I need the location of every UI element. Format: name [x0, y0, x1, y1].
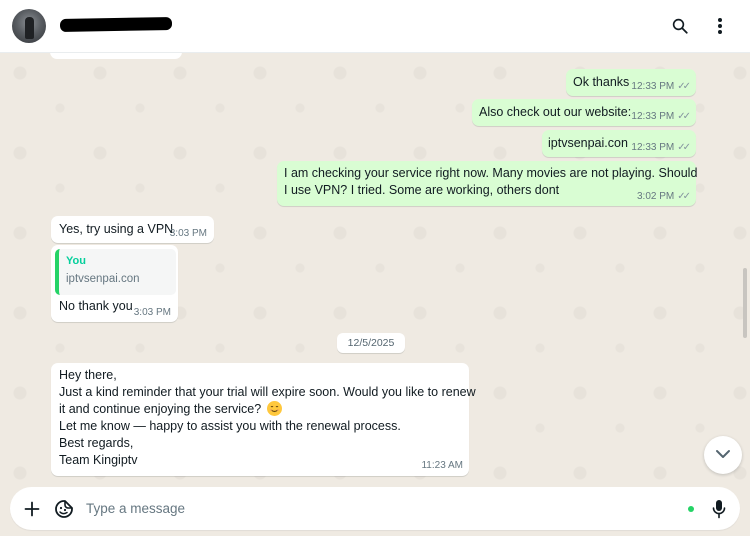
contact-name-redacted[interactable]: [59, 17, 173, 32]
status-dot: [688, 506, 694, 512]
incoming-message[interactable]: Yes, try using a VPN 3:03 PM: [51, 216, 214, 243]
message-link[interactable]: iptvsenpai.con: [548, 135, 628, 152]
smiling-face-emoji: [266, 401, 282, 416]
quoted-message[interactable]: You iptvsenpai.con: [55, 249, 176, 295]
incoming-message[interactable]: Hey there, Just a kind reminder that you…: [51, 363, 476, 476]
outgoing-message[interactable]: I am checking your service right now. Ma…: [277, 161, 698, 206]
double-check-icon: ✓✓: [677, 142, 691, 153]
message-text: Yes, try using a VPN: [59, 222, 174, 236]
contact-avatar[interactable]: [12, 9, 46, 43]
composer: [10, 487, 740, 530]
scrollbar-thumb[interactable]: [743, 268, 747, 338]
message-time: 11:23 AM: [421, 460, 463, 471]
message-text: Also check out our website:: [479, 105, 632, 119]
outgoing-message[interactable]: Ok thanks 12:33 PM ✓✓: [566, 69, 696, 96]
date-divider: 12/5/2025: [337, 333, 405, 353]
message-meta: 12:33 PM ✓✓: [631, 111, 691, 122]
double-check-icon: ✓✓: [677, 111, 691, 122]
incoming-message[interactable]: You iptvsenpai.con No thank you 3:03 PM: [51, 245, 178, 322]
message-text: I am checking your service right now. Ma…: [284, 166, 698, 197]
message-list[interactable]: Ok thanks 12:33 PM ✓✓ Also check out our…: [0, 53, 750, 483]
message-text: Hey there, Just a kind reminder that you…: [59, 368, 476, 467]
message-time: 12:33 PM: [631, 111, 675, 122]
sticker-icon[interactable]: [52, 497, 76, 521]
double-check-icon: ✓✓: [677, 191, 691, 202]
chevron-down-icon: [715, 446, 731, 464]
search-icon[interactable]: [668, 14, 692, 38]
message-text: No thank you: [59, 299, 133, 313]
outgoing-message[interactable]: iptvsenpai.con 12:33 PM ✓✓: [542, 130, 696, 157]
plus-icon[interactable]: [20, 497, 44, 521]
microphone-icon[interactable]: [707, 497, 731, 521]
previous-message-bubble: [50, 53, 182, 59]
message-time: 3:02 PM: [636, 191, 675, 202]
message-meta: 12:33 PM ✓✓: [631, 142, 691, 153]
message-text: Ok thanks: [573, 75, 630, 89]
chat-header: [0, 0, 750, 53]
outgoing-message[interactable]: Also check out our website: 12:33 PM ✓✓: [472, 99, 696, 126]
quoted-author: You: [66, 255, 86, 267]
double-check-icon: ✓✓: [677, 81, 691, 92]
message-time: 3:03 PM: [169, 228, 207, 239]
message-time: 3:03 PM: [133, 307, 171, 318]
composer-bar: [0, 483, 750, 536]
message-time: 12:33 PM: [631, 142, 675, 153]
kebab-menu-icon[interactable]: [708, 14, 732, 38]
message-meta: 3:02 PM ✓✓: [636, 191, 691, 202]
scroll-to-bottom-button[interactable]: [704, 436, 742, 474]
message-input[interactable]: [86, 495, 676, 522]
message-time: 12:33 PM: [631, 81, 675, 92]
message-meta: 12:33 PM ✓✓: [631, 81, 691, 92]
quoted-text: iptvsenpai.con: [66, 273, 140, 285]
